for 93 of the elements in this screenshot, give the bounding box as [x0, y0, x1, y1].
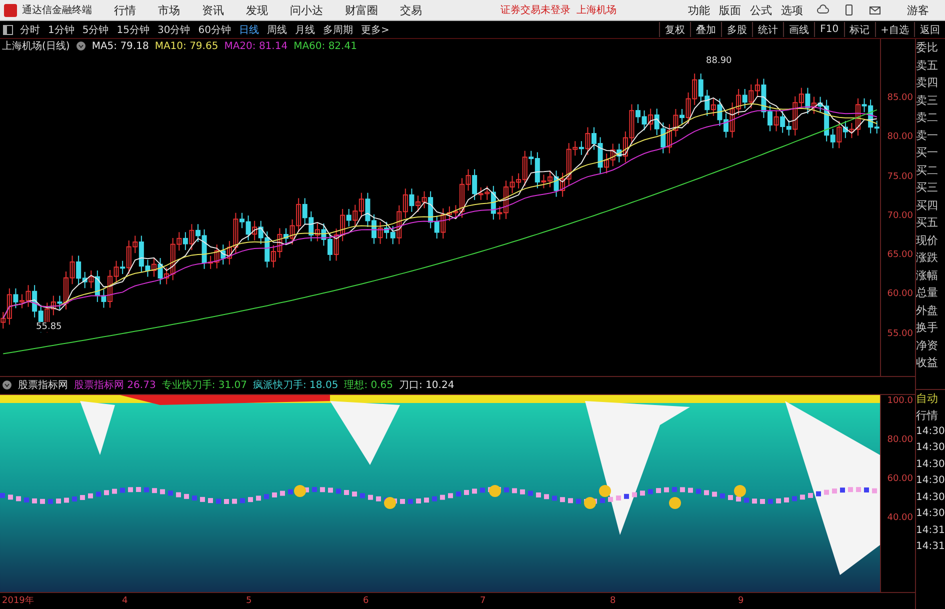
indicator-value: 股票指标网 26.73 [74, 378, 156, 392]
status-notice: 证券交易未登录 [500, 4, 570, 17]
ma-value: MA10: 79.65 [154, 40, 218, 52]
quote-field-label: 买二 [916, 162, 939, 178]
price-axis-label: 80.00 [887, 131, 913, 144]
status-notice: 上海机场 [576, 4, 616, 17]
menu-item[interactable]: 公式 [750, 2, 772, 18]
date-axis-label: 7 [479, 596, 487, 606]
dropdown-icon[interactable] [76, 41, 86, 51]
trade-time: 14:31 [916, 540, 945, 554]
menu-item[interactable]: 财富圈 [345, 2, 378, 18]
quote-field-label: 买四 [916, 198, 939, 214]
period-tab[interactable]: 周线 [262, 22, 291, 36]
cloud-icon[interactable] [817, 4, 829, 16]
quote-field-label: 卖二 [916, 110, 939, 126]
price-axis-label: 55.00 [887, 328, 913, 340]
chart-title: 上海机场(日线) [2, 40, 70, 53]
mode-tab[interactable]: 行情 [916, 406, 945, 424]
quote-field-label: 买五 [916, 215, 939, 231]
date-axis-label: 4 [121, 596, 129, 606]
app-name: 通达信金融终端 [22, 4, 92, 17]
trade-time: 14:30 [916, 458, 945, 472]
quote-field-label: 卖五 [916, 58, 939, 74]
high-price-label: 88.90 [706, 56, 732, 66]
trade-time: 14:31 [916, 524, 945, 538]
indicator-value: 专业快刀手: 31.07 [162, 378, 247, 392]
menu-item[interactable]: 资讯 [202, 2, 224, 18]
quote-field-label: 涨跌 [916, 250, 939, 266]
menu-item[interactable]: 行情 [114, 2, 136, 18]
quote-field-label: 卖四 [916, 75, 939, 91]
menu-item[interactable]: 发现 [246, 2, 268, 18]
trade-time: 14:30 [916, 441, 945, 455]
price-axis-label: 85.00 [887, 92, 913, 104]
quote-field-label: 买一 [916, 145, 939, 161]
period-tab[interactable]: 30分钟 [153, 22, 194, 36]
indicator-axis-label: 100.0 [887, 394, 913, 406]
ma-value: MA20: 81.14 [224, 40, 288, 52]
quote-field-label: 总量 [916, 285, 939, 301]
date-axis-label: 8 [609, 596, 617, 606]
ma-value: MA60: 82.41 [294, 40, 357, 52]
low-price-label: 55.85 [36, 322, 62, 332]
date-axis-label: 5 [245, 596, 253, 606]
logo-icon [4, 4, 17, 16]
phone-icon[interactable] [843, 4, 855, 16]
user-name[interactable]: 游客 [907, 2, 929, 18]
indicator-axis-label: 60.00 [887, 472, 913, 484]
period-tab[interactable]: 日线 [234, 22, 263, 36]
quote-field-label: 外盘 [916, 302, 939, 318]
price-axis-label: 75.00 [887, 170, 913, 183]
ma-value: MA5: 79.18 [92, 40, 149, 52]
price-axis-label: 70.00 [887, 210, 913, 222]
menu-item[interactable]: 选项 [781, 2, 803, 18]
indicator-value: 理想: 0.65 [344, 378, 394, 392]
date-axis-label: 2019年 [1, 594, 35, 608]
period-tab[interactable]: 多周期 [318, 22, 357, 36]
period-tab[interactable]: 分时 [16, 22, 44, 36]
quote-field-label: 买三 [916, 180, 939, 196]
period-tab[interactable]: 15分钟 [112, 22, 154, 36]
mail-icon[interactable] [869, 4, 881, 16]
menu-item[interactable]: 版面 [719, 2, 741, 18]
indicator-axis-label: 80.00 [887, 434, 913, 446]
menu-item[interactable]: 市场 [158, 2, 180, 18]
quote-field-label: 卖三 [916, 92, 939, 108]
period-tab[interactable]: 5分钟 [78, 22, 113, 36]
menu-item[interactable]: 功能 [688, 2, 710, 18]
dropdown-icon[interactable] [2, 380, 12, 390]
indicator-value: 刀口: 10.24 [399, 379, 454, 392]
quote-field-label: 换手 [916, 320, 939, 336]
period-tab[interactable]: 60分钟 [194, 22, 235, 36]
trade-time: 14:30 [916, 424, 945, 438]
period-tab[interactable]: 月线 [290, 22, 319, 36]
quote-field-label: 收益 [916, 355, 939, 371]
mode-tab[interactable]: 自动 [916, 390, 945, 406]
menu-item[interactable]: 交易 [400, 2, 422, 18]
quote-field-label: 净资 [916, 338, 939, 354]
date-axis-label: 6 [362, 596, 370, 606]
quote-field-label: 委比 [916, 40, 939, 56]
period-tab[interactable]: 更多> [356, 22, 394, 36]
trade-time: 14:30 [916, 490, 945, 504]
trade-time: 14:30 [916, 474, 945, 488]
panel-toggle-icon[interactable] [3, 24, 13, 34]
quote-field-label: 现价 [916, 232, 939, 248]
indicator-name: 股票指标网 [18, 378, 68, 392]
indicator-axis-label: 40.00 [887, 512, 913, 524]
trade-time: 14:30 [916, 507, 945, 521]
quote-field-label: 卖一 [916, 128, 939, 144]
date-axis-label: 9 [737, 596, 745, 606]
menu-item[interactable]: 问小达 [290, 2, 323, 18]
price-axis-label: 65.00 [887, 249, 913, 262]
price-axis-label: 60.00 [887, 288, 913, 300]
quote-field-label: 涨幅 [916, 268, 939, 284]
period-tab[interactable]: 1分钟 [44, 22, 78, 36]
indicator-value: 疯派快刀手: 18.05 [253, 378, 338, 392]
